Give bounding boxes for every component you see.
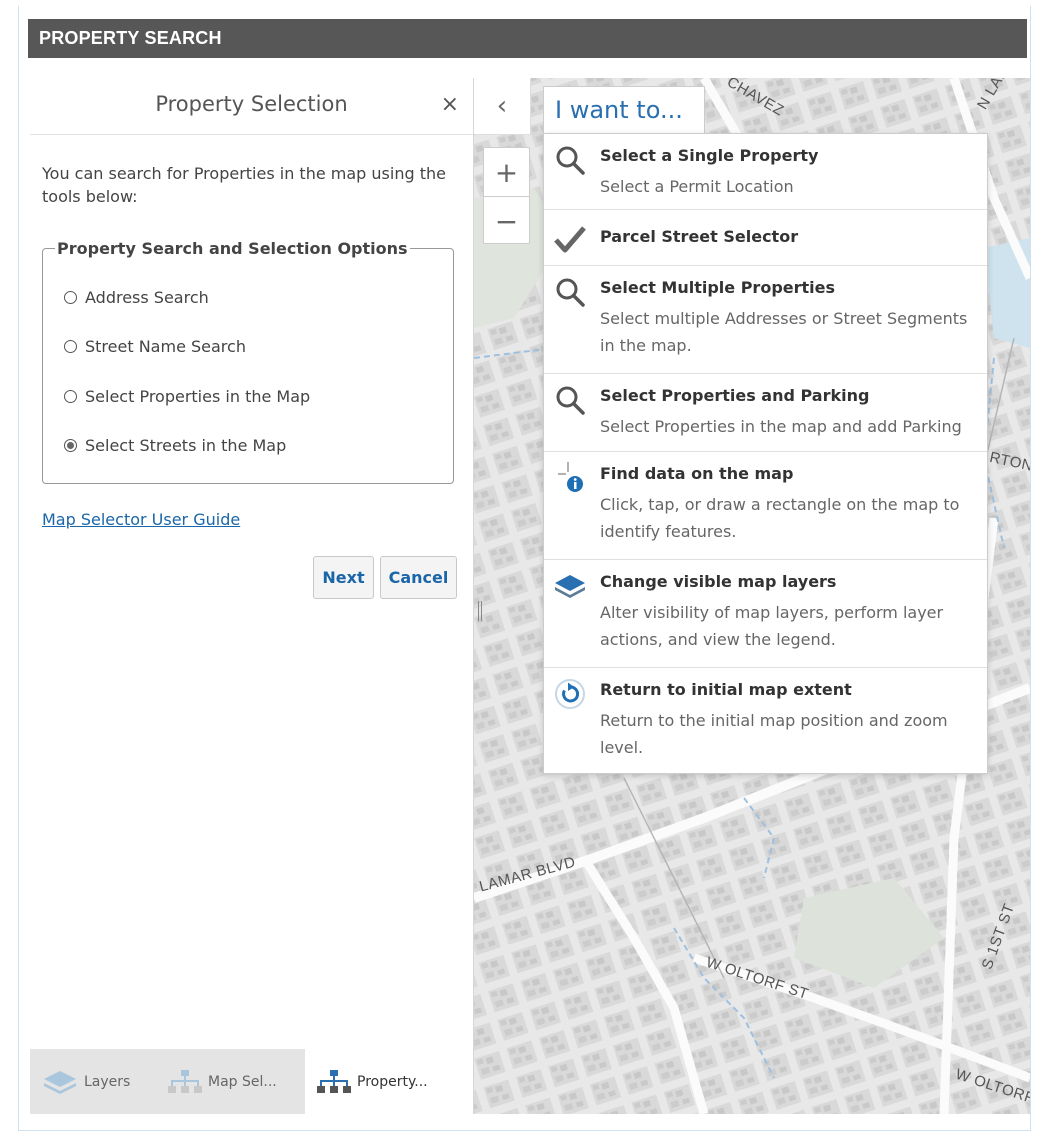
tab-property-search[interactable]: Property...: [305, 1049, 450, 1114]
tab-label: Map Sel...: [208, 1073, 277, 1090]
zoom-control: + −: [483, 147, 530, 244]
menu-item-return-initial-extent[interactable]: Return to initial map extent Return to t…: [544, 668, 987, 773]
menu-item-title: Parcel Street Selector: [600, 227, 799, 246]
menu-item-select-single-property[interactable]: Select a Single Property Select a Permit…: [544, 134, 987, 210]
menu-item-title: Change visible map layers: [600, 572, 837, 591]
radio-label: Select Properties in the Map: [85, 387, 311, 406]
next-button[interactable]: Next: [313, 556, 374, 599]
tab-label: Layers: [84, 1073, 131, 1090]
zoom-out-button[interactable]: −: [484, 196, 529, 245]
layers-icon: [44, 1070, 76, 1094]
user-guide-link[interactable]: Map Selector User Guide: [42, 510, 240, 529]
menu-item-title: Return to initial map extent: [600, 680, 852, 699]
app-title-bar: PROPERTY SEARCH: [28, 19, 1027, 58]
radio-street-name-search[interactable]: Street Name Search: [64, 337, 246, 356]
radio-label: Address Search: [85, 288, 209, 307]
menu-item-description: Select multiple Addresses or Street Segm…: [600, 309, 968, 355]
radio-label: Select Streets in the Map: [85, 436, 287, 455]
panel-header: Property Selection ×: [30, 78, 473, 135]
radio-select-streets[interactable]: Select Streets in the Map: [64, 436, 286, 455]
radio-address-search[interactable]: Address Search: [64, 288, 209, 307]
panel-title: Property Selection: [155, 92, 348, 116]
tab-label: Property...: [357, 1073, 428, 1090]
menu-item-title: Find data on the map: [600, 464, 794, 483]
menu-item-description: Click, tap, or draw a rectangle on the m…: [600, 495, 960, 541]
chevron-left-icon: ‹: [496, 91, 508, 121]
identify-icon: [558, 462, 583, 492]
search-icon: [556, 386, 585, 415]
menu-item-title: Select Multiple Properties: [600, 278, 836, 297]
hierarchy-icon: [168, 1069, 202, 1093]
radio-select-properties[interactable]: Select Properties in the Map: [64, 387, 310, 406]
refresh-icon: [555, 679, 585, 709]
search-icon: [556, 278, 585, 307]
zoom-in-button[interactable]: +: [484, 148, 529, 196]
i-want-to-menu: Select a Single Property Select a Permit…: [543, 133, 988, 774]
property-selection-panel: Property Selection × You can search for …: [30, 78, 474, 1114]
layers-icon: [555, 575, 585, 598]
menu-item-description: Return to the initial map position and z…: [600, 711, 948, 757]
menu-item-title: Select Properties and Parking: [600, 386, 870, 405]
i-want-to-button[interactable]: I want to...: [543, 86, 705, 134]
menu-item-find-data[interactable]: Find data on the map Click, tap, or draw…: [544, 452, 987, 560]
radio-button[interactable]: [64, 390, 77, 403]
menu-item-description: Alter visibility of map layers, perform …: [600, 603, 944, 649]
collapse-panel-button[interactable]: ‹: [474, 78, 531, 135]
menu-item-title: Select a Single Property: [600, 146, 819, 165]
intro-text: You can search for Properties in the map…: [42, 164, 446, 206]
panel-resize-handle[interactable]: [478, 601, 485, 625]
radio-button[interactable]: [64, 340, 77, 353]
fieldset-legend: Property Search and Selection Options: [57, 239, 408, 258]
tab-layers[interactable]: Layers: [42, 1049, 157, 1114]
close-icon[interactable]: ×: [441, 92, 459, 117]
radio-label: Street Name Search: [85, 337, 246, 356]
menu-item-description: Select a Permit Location: [600, 177, 794, 196]
menu-item-select-multiple-properties[interactable]: Select Multiple Properties Select multip…: [544, 266, 987, 374]
hierarchy-icon: [317, 1069, 351, 1093]
radio-button[interactable]: [64, 291, 77, 304]
menu-item-select-properties-parking[interactable]: Select Properties and Parking Select Pro…: [544, 374, 987, 452]
radio-button-selected[interactable]: [64, 439, 77, 452]
menu-item-change-map-layers[interactable]: Change visible map layers Alter visibili…: [544, 560, 987, 668]
search-icon: [556, 146, 585, 175]
checkmark-icon: [554, 226, 586, 253]
menu-item-parcel-street-selector[interactable]: Parcel Street Selector: [544, 210, 987, 266]
cancel-button[interactable]: Cancel: [380, 556, 457, 599]
bottom-tab-bar: Layers Map Sel... Property...: [30, 1049, 450, 1114]
menu-item-description: Select Properties in the map and add Par…: [600, 417, 962, 436]
tab-map-selector[interactable]: Map Sel...: [168, 1049, 293, 1114]
